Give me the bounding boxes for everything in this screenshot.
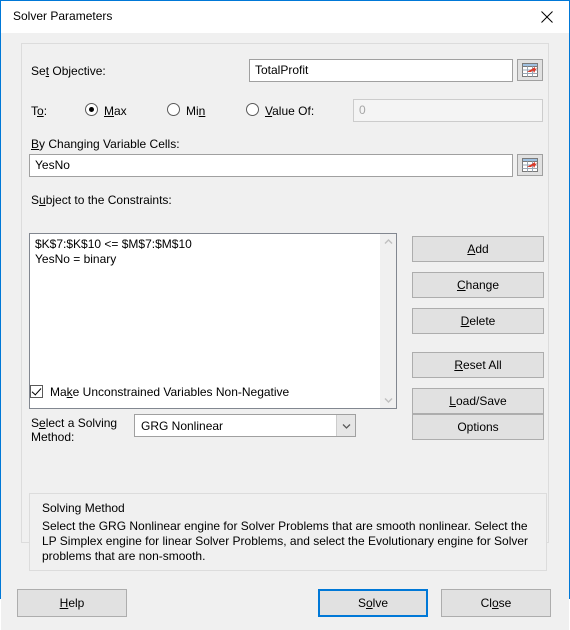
- solving-method-info-group: Solving Method Select the GRG Nonlinear …: [29, 493, 547, 571]
- list-item[interactable]: YesNo = binary: [34, 252, 375, 267]
- dialog-body: Set Objective: TotalProfit To: Max Min V…: [1, 33, 569, 630]
- variable-cells-label: By Changing Variable Cells:: [31, 137, 180, 151]
- solving-method-info-title: Solving Method: [42, 501, 125, 515]
- value-of-input[interactable]: 0: [353, 99, 543, 122]
- help-button-label: Help: [59, 596, 85, 610]
- chevron-down-icon[interactable]: [380, 392, 396, 408]
- help-button[interactable]: Help: [17, 589, 127, 617]
- to-label: To:: [31, 104, 48, 118]
- load-save-button[interactable]: Load/Save: [412, 388, 544, 414]
- solving-method-label: Select a Solving: [31, 416, 118, 430]
- chevron-up-icon[interactable]: [380, 234, 396, 250]
- range-select-icon[interactable]: [517, 154, 543, 176]
- page-title: Solver Parameters: [13, 9, 113, 23]
- close-icon[interactable]: [525, 1, 569, 32]
- load-save-button-label: Load/Save: [449, 394, 507, 408]
- list-item[interactable]: $K$7:$K$10 <= $M$7:$M$10: [34, 237, 375, 252]
- radio-min[interactable]: [167, 103, 180, 116]
- reset-all-button[interactable]: Reset All: [412, 352, 544, 378]
- radio-min-label[interactable]: Min: [186, 104, 205, 118]
- variable-cells-input[interactable]: YesNo: [29, 154, 513, 177]
- constraints-scrollbar[interactable]: [379, 234, 396, 408]
- solving-method-value: GRG Nonlinear: [141, 419, 224, 433]
- radio-value-of-label[interactable]: Value Of:: [265, 104, 314, 118]
- solving-method-info-text: Select the GRG Nonlinear engine for Solv…: [42, 519, 529, 563]
- set-objective-label: Set Objective:: [31, 64, 106, 78]
- radio-max[interactable]: [85, 103, 98, 116]
- delete-button[interactable]: Delete: [412, 308, 544, 334]
- change-button-label: Change: [456, 278, 500, 292]
- change-button[interactable]: Change: [412, 272, 544, 298]
- title-bar: Solver Parameters: [1, 1, 569, 34]
- solve-button[interactable]: Solve: [318, 589, 428, 617]
- chevron-down-icon[interactable]: [336, 415, 355, 436]
- close-button[interactable]: Close: [441, 589, 551, 617]
- constraints-list: $K$7:$K$10 <= $M$7:$M$10 YesNo = binary: [30, 234, 379, 270]
- constraints-label: Subject to the Constraints:: [31, 193, 172, 207]
- add-button[interactable]: Add: [412, 236, 544, 262]
- solve-button-label: Solve: [357, 596, 389, 610]
- close-button-label: Close: [480, 596, 512, 610]
- options-button[interactable]: Options: [412, 414, 544, 440]
- reset-all-button-label: Reset All: [454, 358, 502, 372]
- delete-button-label: Delete: [460, 314, 496, 328]
- non-negative-checkbox[interactable]: [30, 385, 43, 398]
- radio-value-of[interactable]: [246, 103, 259, 116]
- solver-parameters-dialog: Solver Parameters Set Objective: TotalPr…: [0, 0, 570, 630]
- solving-method-dropdown[interactable]: GRG Nonlinear: [134, 414, 356, 437]
- dialog-footer: Help Solve Close: [1, 581, 569, 630]
- range-select-icon[interactable]: [517, 59, 543, 81]
- solving-method-label-line2: Method:: [31, 430, 75, 444]
- non-negative-label[interactable]: Make Unconstrained Variables Non-Negativ…: [50, 385, 289, 399]
- add-button-label: Add: [467, 242, 489, 256]
- constraints-listbox[interactable]: $K$7:$K$10 <= $M$7:$M$10 YesNo = binary: [29, 233, 397, 409]
- radio-max-label[interactable]: Max: [104, 104, 127, 118]
- set-objective-input[interactable]: TotalProfit: [249, 59, 513, 82]
